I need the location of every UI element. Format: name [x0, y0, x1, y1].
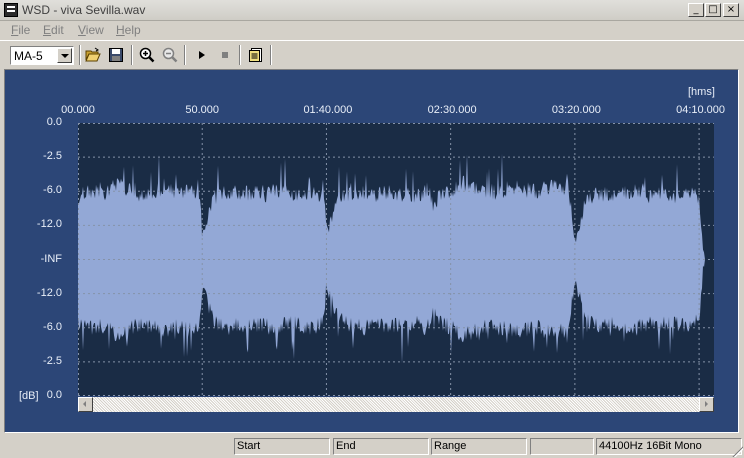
toolbar: MA-5: [0, 40, 744, 69]
scroll-right-button[interactable]: [699, 397, 714, 412]
time-tick-label: 04:10.000: [676, 104, 726, 116]
close-button[interactable]: ×: [723, 3, 739, 17]
status-bar: Start End Range 44100Hz 16Bit Mono: [0, 436, 744, 458]
time-tick-label: 00.000: [61, 104, 95, 116]
db-tick-label: -6.0: [43, 320, 62, 333]
menu-help[interactable]: Help: [116, 23, 141, 37]
zoom-in-icon: [139, 47, 155, 63]
zoom-out-button[interactable]: [160, 46, 180, 65]
status-end: End: [333, 438, 429, 455]
db-tick-label: -12.0: [36, 218, 62, 231]
stop-icon: [222, 52, 228, 58]
menu-view[interactable]: View: [78, 23, 104, 37]
toolbar-divider: [270, 45, 272, 65]
time-unit-label: [hms]: [688, 86, 715, 98]
resize-grip[interactable]: [731, 445, 743, 457]
app-icon[interactable]: [4, 3, 18, 17]
chevron-down-icon[interactable]: [57, 48, 72, 63]
stop-button[interactable]: [215, 46, 235, 65]
db-tick-label: -12.0: [36, 286, 62, 299]
db-tick-label: 0.0: [46, 116, 62, 128]
scroll-left-button[interactable]: [78, 397, 93, 412]
minimize-button[interactable]: _: [688, 3, 704, 17]
preset-select[interactable]: MA-5: [10, 46, 74, 65]
horizontal-scrollbar[interactable]: [78, 397, 714, 412]
db-tick-label: -INF: [40, 252, 62, 265]
zoom-out-icon: [162, 47, 178, 63]
db-tick-label: -2.5: [43, 354, 62, 367]
open-button[interactable]: [83, 46, 103, 65]
save-icon: [109, 48, 123, 62]
play-icon: [199, 51, 205, 59]
time-tick-label: 50.000: [185, 104, 220, 116]
play-button[interactable]: [192, 46, 212, 65]
maximize-button[interactable]: □: [705, 3, 721, 17]
open-folder-icon: [85, 47, 101, 62]
status-range: Range: [431, 438, 527, 455]
time-tick-label: 01:40.000: [303, 104, 353, 116]
window-title: WSD - viva Sevilla.wav: [22, 3, 146, 17]
document-icon: [249, 48, 262, 62]
db-tick-label: -2.5: [43, 150, 62, 163]
waveform-plot[interactable]: [78, 123, 714, 396]
menu-edit[interactable]: Edit: [43, 23, 64, 37]
menu-file[interactable]: File: [11, 23, 30, 37]
save-button[interactable]: [106, 46, 126, 65]
scroll-track[interactable]: [93, 397, 699, 412]
toolbar-divider: [79, 45, 81, 65]
time-tick-label: 02:30.000: [427, 104, 477, 116]
toolbar-divider: [131, 45, 133, 65]
status-format: 44100Hz 16Bit Mono: [596, 438, 742, 455]
db-tick-label: 0.0: [46, 389, 62, 401]
zoom-in-button[interactable]: [137, 46, 157, 65]
toolbar-divider: [239, 45, 241, 65]
status-empty: [530, 438, 594, 455]
waveform-chart[interactable]: [78, 123, 714, 396]
menu-bar: File Edit View Help: [0, 21, 744, 39]
db-tick-label: -6.0: [43, 184, 62, 197]
toolbar-divider: [184, 45, 186, 65]
title-bar[interactable]: WSD - viva Sevilla.wav _ □ ×: [0, 0, 744, 21]
waveform-area: [78, 153, 714, 364]
time-tick-label: 03:20.000: [551, 104, 601, 116]
preset-value: MA-5: [14, 49, 43, 63]
properties-button[interactable]: [246, 46, 266, 65]
status-start: Start: [234, 438, 330, 455]
